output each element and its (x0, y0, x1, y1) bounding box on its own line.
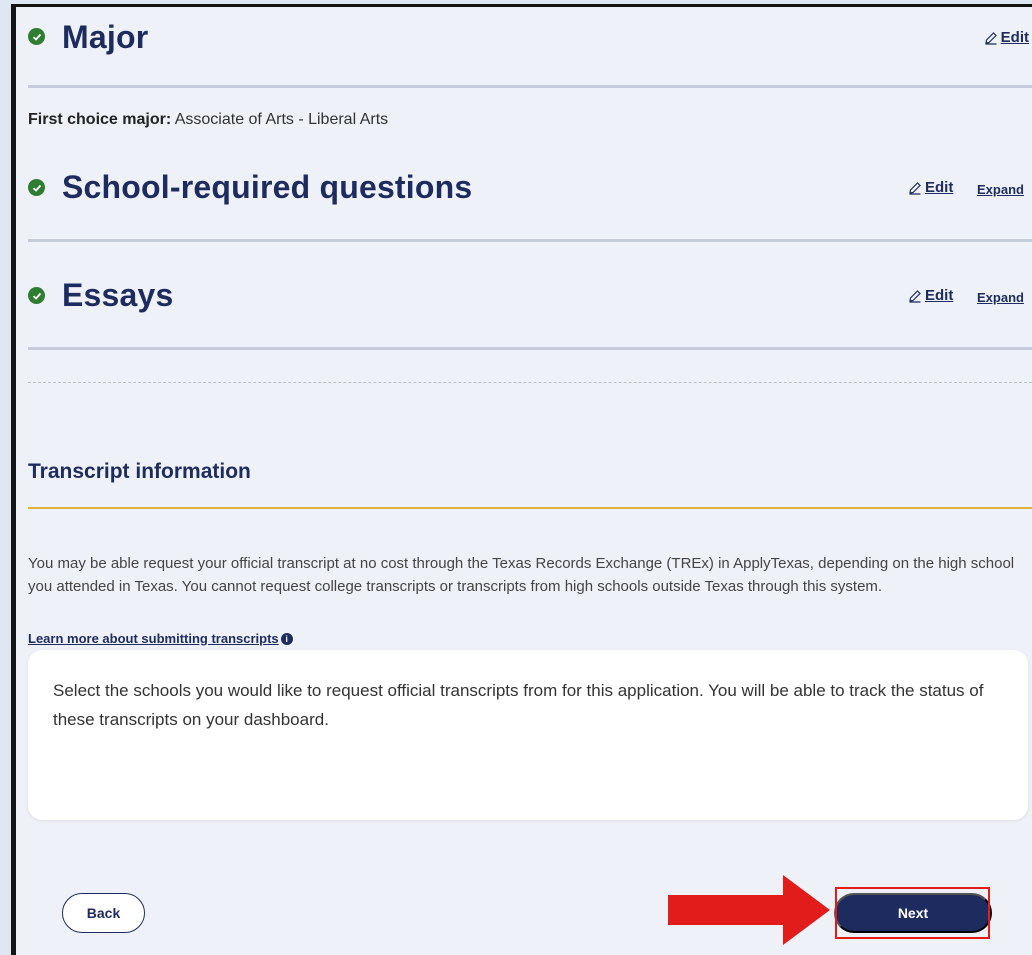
edit-school-questions-link[interactable]: Edit (908, 179, 953, 196)
pencil-edit-icon (909, 181, 921, 195)
edit-essays-link[interactable]: Edit (908, 287, 953, 304)
learn-more-transcripts-link[interactable]: Learn more about submitting transcripts … (28, 631, 293, 646)
major-label: First choice major: (28, 111, 172, 128)
expand-school-questions-link[interactable]: Expand (977, 182, 1024, 197)
section-school-required-questions: School-required questions Edit Expand (16, 167, 1032, 207)
next-highlight-box (835, 887, 990, 939)
transcript-select-text: Select the schools you would like to req… (53, 681, 984, 729)
section-title: Major (62, 19, 149, 55)
transcript-description: You may be able request your official tr… (28, 555, 1015, 595)
check-circle-icon (28, 287, 45, 304)
edit-label: Edit (925, 287, 954, 304)
info-icon: i (280, 632, 293, 645)
major-value: Associate of Arts - Liberal Arts (174, 111, 389, 128)
edit-label: Edit (925, 179, 954, 196)
pencil-edit-icon (909, 289, 921, 303)
transcript-heading: Transcript information (28, 460, 251, 483)
section-major: Major Edit (16, 17, 1032, 57)
red-arrow-icon (668, 875, 830, 945)
divider (28, 347, 1032, 350)
section-title: Essays (62, 277, 174, 313)
check-circle-icon (28, 28, 45, 45)
check-circle-icon (28, 179, 45, 196)
gold-divider (28, 507, 1032, 509)
section-essays: Essays Edit Expand (16, 275, 1032, 315)
dashed-divider (28, 382, 1032, 383)
section-title: School-required questions (62, 169, 473, 205)
edit-major-link[interactable]: Edit (984, 29, 1029, 46)
learn-more-label: Learn more about submitting transcripts (28, 631, 279, 646)
application-review-panel: Major Edit First choice major: Associate… (16, 7, 1032, 955)
expand-essays-link[interactable]: Expand (977, 290, 1024, 305)
divider (28, 85, 1032, 88)
pencil-edit-icon (984, 31, 997, 45)
edit-label: Edit (1000, 29, 1029, 46)
transcript-select-card: Select the schools you would like to req… (28, 650, 1028, 820)
first-choice-major: First choice major: Associate of Arts - … (28, 111, 388, 129)
divider (28, 239, 1032, 242)
back-button[interactable]: Back (62, 893, 145, 933)
